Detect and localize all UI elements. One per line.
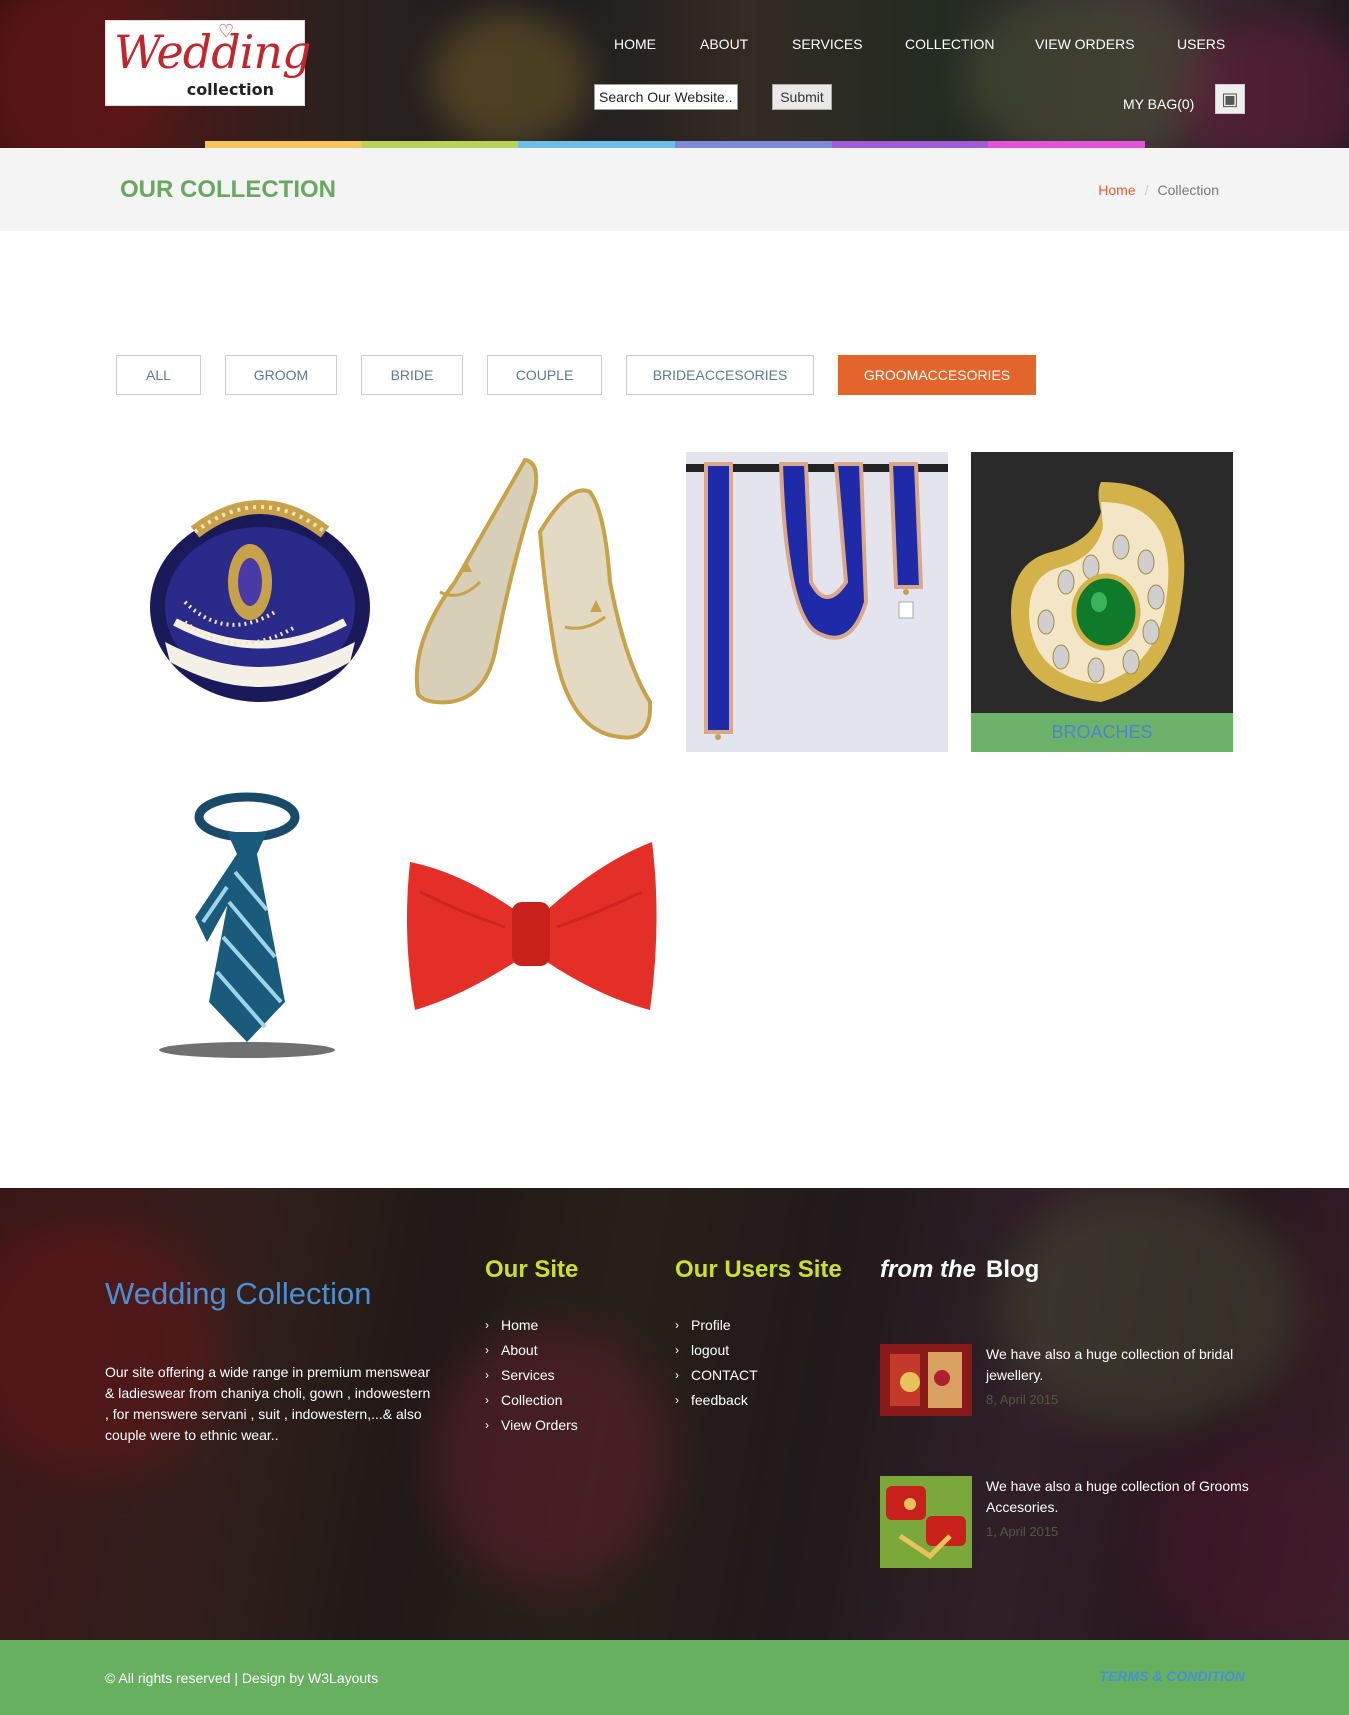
search-submit-button[interactable]: Submit [772, 84, 832, 110]
breadcrumb-home[interactable]: Home [1098, 182, 1135, 198]
footer-link-label: logout [691, 1341, 730, 1358]
product-card[interactable] [125, 792, 387, 1092]
nav-home[interactable]: HOME [614, 36, 656, 52]
footer-link-label: Profile [691, 1316, 731, 1333]
chevron-right-icon: › [675, 1367, 679, 1382]
blog-post-date: 1, April 2015 [986, 1524, 1059, 1539]
main-nav: HOME ABOUT SERVICES COLLECTION VIEW ORDE… [0, 36, 1349, 56]
footer-link-label: Services [501, 1366, 555, 1383]
terms-link[interactable]: TERMS & CONDITION [1100, 1668, 1245, 1684]
site-header: Wedding ♡ collection HOME ABOUT SERVICES… [0, 0, 1349, 148]
footer-link-label: Collection [501, 1391, 563, 1408]
filter-brideaccesories[interactable]: BRIDEACCESORIES [626, 355, 814, 395]
footer-link-contact[interactable]: › CONTACT [675, 1362, 758, 1387]
footer-about-text: Our site offering a wide range in premiu… [105, 1364, 431, 1443]
chevron-right-icon: › [485, 1417, 489, 1432]
turban-image [125, 452, 387, 752]
blog-post-date: 8, April 2015 [986, 1392, 1059, 1407]
filter-bride[interactable]: BRIDE [361, 355, 463, 395]
footer-our-site-links: › Home › About › Services › Collection › View… [485, 1312, 578, 1437]
chevron-right-icon: › [675, 1342, 679, 1357]
site-logo[interactable]: Wedding ♡ collection [105, 20, 311, 106]
blog-thumb-bridal-jewellery [880, 1344, 972, 1416]
footer-brand: Wedding Collection [105, 1276, 372, 1311]
breadcrumb-separator: / [1144, 182, 1149, 198]
nav-view-orders[interactable]: VIEW ORDERS [1035, 36, 1135, 52]
page-title: OUR COLLECTION [120, 176, 336, 203]
filter-all[interactable]: ALL [116, 355, 201, 395]
footer-link-feedback[interactable]: › feedback [675, 1387, 758, 1412]
breadcrumb: Home / Collection [1098, 182, 1219, 198]
product-card[interactable] [125, 452, 387, 752]
product-card[interactable] [400, 452, 662, 752]
blog-post-text: We have also a huge collection of Grooms… [986, 1478, 1249, 1515]
logo-subtext: collection [186, 80, 274, 99]
footer-users-site-heading: Our Users Site [675, 1256, 842, 1283]
blog-heading-italic: from the [880, 1256, 976, 1283]
color-strip-segment [675, 141, 832, 148]
blog-post-text: We have also a huge collection of bridal… [986, 1346, 1234, 1383]
product-caption: BROACHES [971, 713, 1233, 752]
product-card[interactable]: BROACHES [971, 452, 1233, 752]
page-title-bar: OUR COLLECTION Home / Collection [0, 148, 1349, 231]
footer-link-label: View Orders [501, 1416, 578, 1433]
nav-collection[interactable]: COLLECTION [905, 36, 994, 52]
footer-link-logout[interactable]: › logout [675, 1337, 758, 1362]
chevron-right-icon: › [675, 1392, 679, 1407]
tie-image [125, 792, 387, 1092]
footer-link-label: CONTACT [691, 1366, 758, 1383]
nav-services[interactable]: SERVICES [792, 36, 863, 52]
footer-users-site-links: › Profile › logout › CONTACT › feedback [675, 1312, 758, 1412]
footer-link-label: About [501, 1341, 538, 1358]
product-card[interactable] [686, 452, 948, 752]
blog-post[interactable]: We have also a huge collection of Grooms… [880, 1476, 1260, 1571]
nav-about[interactable]: ABOUT [700, 36, 748, 52]
mojari-shoes-image [400, 452, 662, 752]
blog-post[interactable]: We have also a huge collection of bridal… [880, 1344, 1260, 1439]
nav-users[interactable]: USERS [1177, 36, 1225, 52]
color-strip-segment [831, 141, 989, 148]
product-card[interactable] [400, 792, 662, 1092]
chevron-right-icon: › [485, 1317, 489, 1332]
copyright-text: © All rights reserved | Design by W3Layo… [105, 1670, 379, 1686]
footer-link-services[interactable]: › Services [485, 1362, 578, 1387]
footer-link-label: Home [501, 1316, 539, 1333]
footer-link-profile[interactable]: › Profile [675, 1312, 758, 1337]
site-footer: Wedding Collection Our site offering a w… [0, 1188, 1349, 1640]
footer-link-view-orders[interactable]: › View Orders [485, 1412, 578, 1437]
collection-filters: ALL GROOM BRIDE COUPLE BRIDEACCESORIES G… [0, 355, 1349, 395]
filter-groom[interactable]: GROOM [225, 355, 337, 395]
bag-icon[interactable]: ▣ [1215, 84, 1245, 114]
color-strip-segment [518, 141, 676, 148]
velvet-stole-image [686, 452, 948, 752]
blog-thumb-grooms-accesories [880, 1476, 972, 1568]
header-color-strip [205, 141, 1146, 148]
search-input[interactable] [594, 84, 738, 110]
filter-couple[interactable]: COUPLE [487, 355, 602, 395]
blog-heading-text: Blog [986, 1256, 1040, 1283]
footer-blog-heading: from the Blog [880, 1256, 1039, 1284]
color-strip-segment [205, 141, 362, 148]
footer-link-collection[interactable]: › Collection [485, 1387, 578, 1412]
color-strip-segment [988, 141, 1146, 148]
footer-link-label: feedback [691, 1391, 748, 1408]
footer-our-site-heading: Our Site [485, 1256, 579, 1283]
chevron-right-icon: › [485, 1367, 489, 1382]
filter-groomaccesories[interactable]: GROOMACCESORIES [838, 355, 1036, 395]
bottom-bar: © All rights reserved | Design by W3Layo… [0, 1640, 1349, 1715]
broach-image [971, 452, 1233, 752]
breadcrumb-current: Collection [1157, 182, 1219, 198]
chevron-right-icon: › [485, 1392, 489, 1407]
footer-link-about[interactable]: › About [485, 1337, 578, 1362]
bow-tie-image [400, 792, 662, 1092]
chevron-right-icon: › [675, 1317, 679, 1332]
my-bag-link[interactable]: MY BAG(0) [1123, 96, 1194, 112]
chevron-right-icon: › [485, 1342, 489, 1357]
color-strip-segment [361, 141, 519, 148]
footer-link-home[interactable]: › Home [485, 1312, 578, 1337]
